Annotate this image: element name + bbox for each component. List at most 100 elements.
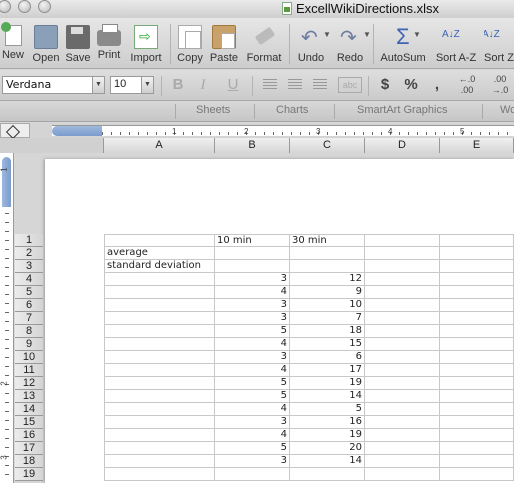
sheet-cell[interactable] [365, 273, 440, 286]
horizontal-ruler[interactable]: 1 2 3 4 5 [52, 125, 514, 136]
row-header[interactable]: 18 [15, 455, 43, 468]
sheet-cell[interactable] [365, 325, 440, 338]
sheet-cell[interactable] [290, 247, 365, 260]
sheet-cell[interactable]: 10 min [215, 234, 290, 247]
sheet-cell[interactable] [215, 260, 290, 273]
sheet-cell[interactable] [104, 390, 215, 403]
save-button[interactable]: Save [65, 18, 91, 69]
sheet-cell[interactable] [104, 286, 215, 299]
tab-smartart-graphics[interactable]: SmartArt Graphics [357, 104, 447, 116]
sheet-cell[interactable] [365, 260, 440, 273]
sheet-cell[interactable] [104, 403, 215, 416]
sheet-cell[interactable] [365, 247, 440, 260]
zoom-window-button[interactable] [38, 0, 51, 13]
redo-dropdown-icon[interactable]: ▼ [363, 30, 371, 39]
sheet-cell[interactable]: 19 [290, 429, 365, 442]
autosum-dropdown-icon[interactable]: ▼ [413, 30, 421, 39]
sheet-cell[interactable] [440, 416, 514, 429]
sheet-cell[interactable]: 4 [215, 403, 290, 416]
font-name-dropdown-icon[interactable]: ▼ [92, 76, 105, 94]
ruler-margin-handle[interactable] [52, 126, 102, 136]
tab-charts[interactable]: Charts [276, 104, 308, 116]
row-header[interactable]: 4 [15, 273, 43, 286]
undo-dropdown-icon[interactable]: ▼ [323, 30, 331, 39]
sheet-cell[interactable]: 4 [215, 286, 290, 299]
align-right-icon[interactable] [313, 79, 327, 91]
align-center-icon[interactable] [288, 79, 302, 91]
sheet-cell[interactable] [365, 455, 440, 468]
autosum-button[interactable]: AutoSum [379, 18, 427, 69]
sort-za-button[interactable]: Sort Z [484, 18, 514, 69]
minimize-window-button[interactable] [18, 0, 31, 13]
row-header[interactable]: 9 [15, 338, 43, 351]
open-button[interactable]: Open [31, 18, 61, 69]
sheet-cell[interactable]: 5 [215, 325, 290, 338]
sheet-cell[interactable]: average [104, 247, 215, 260]
sheet-cell[interactable] [440, 429, 514, 442]
sort-az-button[interactable]: Sort A-Z [432, 18, 480, 69]
sheet-cell[interactable] [104, 455, 215, 468]
paste-button[interactable]: Paste [208, 18, 240, 69]
sheet-cell[interactable]: 3 [215, 312, 290, 325]
align-left-icon[interactable] [263, 79, 277, 91]
bold-button[interactable]: B [167, 74, 189, 96]
sheet-cell[interactable] [365, 364, 440, 377]
font-size-dropdown-icon[interactable]: ▼ [141, 76, 154, 94]
sheet-cell[interactable] [365, 468, 440, 481]
sheet-cell[interactable] [104, 312, 215, 325]
vertical-ruler-margin-handle[interactable] [2, 157, 11, 207]
sheet-cell[interactable] [440, 247, 514, 260]
sheet-cell[interactable] [440, 377, 514, 390]
column-header-a[interactable]: A [104, 138, 215, 153]
sheet-cell[interactable]: 3 [215, 273, 290, 286]
sheet-cell[interactable] [365, 312, 440, 325]
tab-wordart[interactable]: Wo [500, 104, 514, 116]
sheet-cell[interactable]: 17 [290, 364, 365, 377]
sheet-cell[interactable] [440, 351, 514, 364]
sheet-cell[interactable]: 3 [215, 299, 290, 312]
sheet-cell[interactable] [104, 377, 215, 390]
sheet-cell[interactable] [440, 260, 514, 273]
sheet-cell[interactable]: 5 [215, 390, 290, 403]
tab-sheets[interactable]: Sheets [196, 104, 230, 116]
row-header[interactable]: 11 [15, 364, 43, 377]
row-header[interactable]: 15 [15, 416, 43, 429]
sheet-cell[interactable] [365, 377, 440, 390]
sheet-cell[interactable] [440, 442, 514, 455]
comma-format-button[interactable]: , [426, 74, 448, 96]
row-header[interactable]: 6 [15, 299, 43, 312]
sheet-cell[interactable]: standard deviation [104, 260, 215, 273]
sheet-cell[interactable] [365, 234, 440, 247]
sheet-cell[interactable] [365, 351, 440, 364]
sheet-cell[interactable]: 14 [290, 455, 365, 468]
row-header[interactable]: 2 [15, 247, 43, 260]
sheet-cell[interactable] [104, 468, 215, 481]
sheet-cell[interactable] [365, 338, 440, 351]
italic-button[interactable]: I [192, 74, 214, 96]
copy-button[interactable]: Copy [176, 18, 204, 69]
sheet-cell[interactable] [365, 403, 440, 416]
sheet-cell[interactable] [215, 468, 290, 481]
sheet-cell[interactable]: 3 [215, 351, 290, 364]
sheet-cell[interactable] [215, 247, 290, 260]
sheet-cell[interactable] [440, 312, 514, 325]
column-header-e[interactable]: E [440, 138, 514, 153]
format-painter-button[interactable]: Format [244, 18, 284, 69]
row-header[interactable]: 1 [15, 234, 43, 247]
column-header-c[interactable]: C [290, 138, 365, 153]
undo-button[interactable]: Undo [296, 18, 326, 69]
sheet-cell[interactable]: 15 [290, 338, 365, 351]
sheet-cell[interactable]: 4 [215, 338, 290, 351]
sheet-cell[interactable] [440, 468, 514, 481]
sheet-cell[interactable] [440, 455, 514, 468]
wrap-text-button[interactable]: abc [338, 77, 362, 93]
print-button[interactable]: Print [95, 18, 123, 69]
font-name-combo[interactable]: Verdana [2, 76, 105, 94]
sheet-cell[interactable]: 7 [290, 312, 365, 325]
sheet-cell[interactable] [104, 416, 215, 429]
font-size-combo[interactable]: 10 [110, 76, 142, 94]
sheet-cell[interactable] [365, 299, 440, 312]
column-header-d[interactable]: D [365, 138, 440, 153]
sheet-cell[interactable]: 6 [290, 351, 365, 364]
sheet-cell[interactable]: 14 [290, 390, 365, 403]
